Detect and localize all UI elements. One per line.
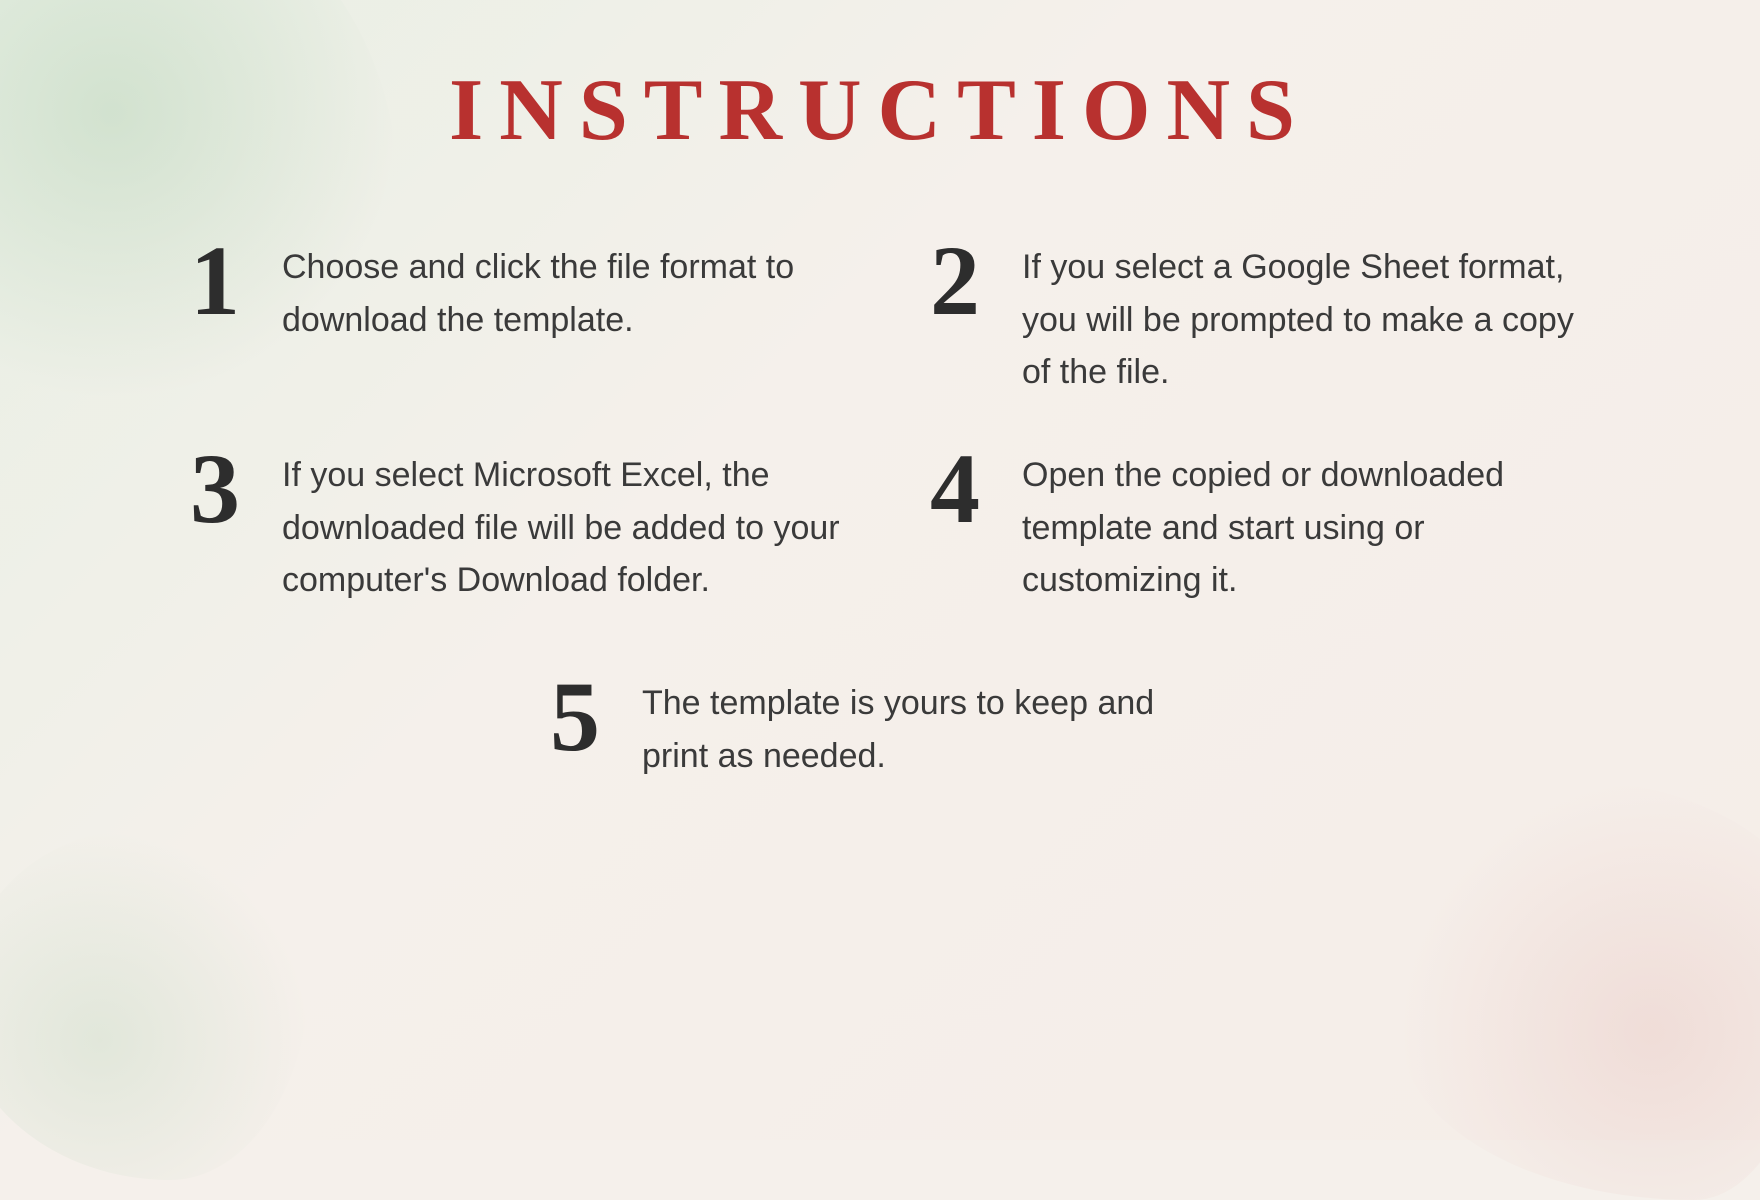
step-5-row: 5 The template is yours to keep and prin… bbox=[180, 667, 1580, 782]
step-2-text: If you select a Google Sheet format, you… bbox=[1022, 231, 1580, 399]
step-1-number: 1 bbox=[180, 231, 250, 331]
page-title: INSTRUCTIONS bbox=[449, 60, 1311, 161]
step-4-number: 4 bbox=[920, 439, 990, 539]
step-3-text: If you select Microsoft Excel, the downl… bbox=[282, 439, 840, 607]
step-5-text: The template is yours to keep and print … bbox=[642, 667, 1220, 782]
step-2-number: 2 bbox=[920, 231, 990, 331]
step-2: 2 If you select a Google Sheet format, y… bbox=[920, 231, 1580, 399]
step-3-number: 3 bbox=[180, 439, 250, 539]
instructions-grid: 1 Choose and click the file format to do… bbox=[180, 231, 1580, 783]
step-1-text: Choose and click the file format to down… bbox=[282, 231, 840, 346]
step-4: 4 Open the copied or downloaded template… bbox=[920, 439, 1580, 607]
page-container: INSTRUCTIONS 1 Choose and click the file… bbox=[0, 0, 1760, 1140]
step-4-text: Open the copied or downloaded template a… bbox=[1022, 439, 1580, 607]
step-3: 3 If you select Microsoft Excel, the dow… bbox=[180, 439, 840, 607]
step-5-number: 5 bbox=[540, 667, 610, 767]
step-5: 5 The template is yours to keep and prin… bbox=[540, 667, 1220, 782]
step-1: 1 Choose and click the file format to do… bbox=[180, 231, 840, 399]
